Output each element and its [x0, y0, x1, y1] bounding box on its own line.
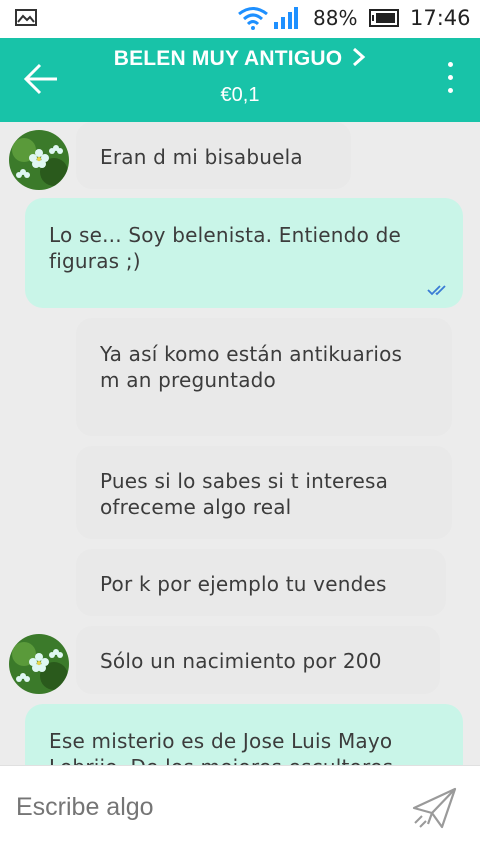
item-price: €0,1	[220, 84, 260, 106]
conversation-title: BELEN MUY ANTIGUO	[113, 47, 343, 70]
message-text: Lo se... Soy belenista. Entiendo de figu…	[49, 223, 401, 273]
conversation-title-link[interactable]: BELEN MUY ANTIGUO	[0, 47, 480, 71]
message-text: Por k por ejemplo tu vendes	[100, 572, 387, 596]
message-text: Ya así komo están antikuarios m an pregu…	[100, 342, 403, 392]
message-list[interactable]: Eran d mi bisabuela Lo se... Soy belenis…	[0, 122, 480, 765]
battery-percent: 88%	[313, 6, 358, 30]
signal-icon	[274, 7, 298, 29]
composer-bar	[0, 765, 480, 854]
wifi-icon	[238, 7, 268, 30]
message-text: Ese misterio es de Jose Luis Mayo Lobrij…	[49, 729, 393, 765]
message-bubble-outgoing[interactable]: Ese misterio es de Jose Luis Mayo Lobrij…	[25, 704, 463, 765]
clock: 17:46	[410, 6, 471, 30]
message-bubble-incoming[interactable]: Por k por ejemplo tu vendes	[76, 549, 446, 616]
send-icon[interactable]	[410, 786, 458, 830]
message-bubble-incoming[interactable]: Pues si lo sabes si t interesa ofreceme …	[76, 446, 452, 539]
chevron-right-icon	[353, 47, 366, 67]
contact-avatar[interactable]	[9, 634, 69, 694]
status-bar: 88% 17:46	[0, 0, 480, 38]
message-text: Sólo un nacimiento por 200	[100, 649, 382, 673]
message-text: Pues si lo sabes si t interesa ofreceme …	[100, 469, 389, 519]
message-bubble-incoming[interactable]: Ya así komo están antikuarios m an pregu…	[76, 318, 452, 436]
app-bar: BELEN MUY ANTIGUO €0,1	[0, 38, 480, 122]
message-bubble-incoming[interactable]: Eran d mi bisabuela	[76, 122, 351, 189]
message-text: Eran d mi bisabuela	[100, 145, 303, 169]
message-bubble-incoming[interactable]: Sólo un nacimiento por 200	[76, 626, 440, 694]
contact-avatar[interactable]	[9, 130, 69, 190]
image-icon	[15, 9, 37, 26]
read-receipt-icon	[427, 285, 446, 296]
more-vert-icon[interactable]	[445, 62, 455, 100]
battery-icon	[369, 9, 399, 27]
message-input[interactable]	[16, 793, 376, 822]
message-bubble-outgoing[interactable]: Lo se... Soy belenista. Entiendo de figu…	[25, 198, 463, 308]
